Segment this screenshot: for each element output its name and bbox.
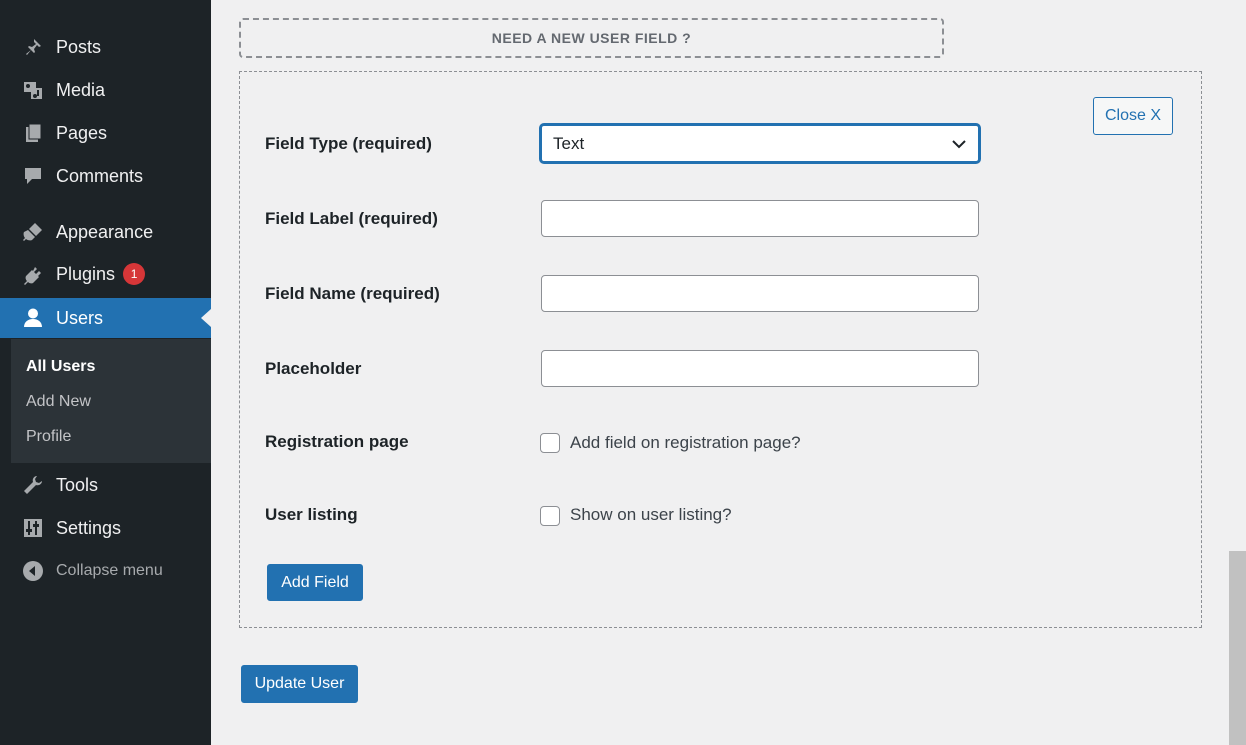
menu-item-tools[interactable]: Tools xyxy=(0,465,211,505)
registration-page-label: Registration page xyxy=(265,432,409,451)
pin-icon xyxy=(22,36,44,58)
menu-label-media: Media xyxy=(56,79,106,100)
registration-checkbox-label[interactable]: Add field on registration page? xyxy=(570,433,801,453)
registration-checkbox[interactable] xyxy=(540,433,560,453)
menu-label-settings: Settings xyxy=(56,517,122,538)
submenu-profile[interactable]: Profile xyxy=(26,428,71,446)
field-type-label: Field Type (required) xyxy=(265,134,432,153)
users-submenu: All Users Add New Profile xyxy=(11,339,211,463)
admin-sidebar: Posts Media Pages Comments Appearance Pl… xyxy=(0,0,211,745)
add-field-button[interactable]: Add Field xyxy=(267,564,363,601)
comments-icon xyxy=(22,165,44,187)
menu-item-users[interactable]: Users xyxy=(0,298,211,338)
menu-item-posts[interactable]: Posts xyxy=(0,27,211,67)
submenu-add-new[interactable]: Add New xyxy=(26,393,91,411)
wrench-icon xyxy=(22,474,44,496)
menu-item-comments[interactable]: Comments xyxy=(0,156,211,196)
menu-label-plugins: Plugins xyxy=(56,263,116,284)
user-icon xyxy=(22,307,44,329)
field-type-select[interactable]: Text xyxy=(540,124,980,163)
close-button[interactable]: Close X xyxy=(1093,97,1173,135)
menu-label-comments: Comments xyxy=(56,165,144,186)
plugins-update-badge: 1 xyxy=(123,263,146,286)
user-listing-checkbox-label[interactable]: Show on user listing? xyxy=(570,505,732,525)
field-name-label: Field Name (required) xyxy=(265,284,440,303)
collapse-arrow-icon xyxy=(22,560,44,582)
media-icon xyxy=(22,79,44,101)
menu-item-pages[interactable]: Pages xyxy=(0,113,211,153)
pages-icon xyxy=(22,122,44,144)
user-listing-checkbox[interactable] xyxy=(540,506,560,526)
scrollbar-thumb[interactable] xyxy=(1229,551,1246,745)
menu-label-tools: Tools xyxy=(56,474,99,495)
need-new-user-field-button[interactable]: NEED A NEW USER FIELD ? xyxy=(239,18,944,58)
submenu-all-users[interactable]: All Users xyxy=(26,358,95,376)
menu-item-media[interactable]: Media xyxy=(0,70,211,110)
collapse-menu-button[interactable]: Collapse menu xyxy=(0,551,211,591)
menu-item-plugins[interactable]: Plugins 1 xyxy=(0,255,211,295)
menu-label-plugins-wrap: Plugins 1 xyxy=(56,263,146,286)
menu-label-appearance: Appearance xyxy=(56,221,154,242)
collapse-menu-label: Collapse menu xyxy=(56,562,163,579)
menu-label-users: Users xyxy=(56,307,104,328)
placeholder-input[interactable] xyxy=(541,350,979,387)
field-name-input[interactable] xyxy=(541,275,979,312)
brush-icon xyxy=(22,221,44,243)
plug-icon xyxy=(22,264,44,286)
menu-item-settings[interactable]: Settings xyxy=(0,508,211,548)
field-type-selected-value: Text xyxy=(553,133,585,153)
chevron-down-icon xyxy=(952,140,966,149)
menu-label-pages: Pages xyxy=(56,122,108,143)
field-label-input[interactable] xyxy=(541,200,979,237)
field-label-label: Field Label (required) xyxy=(265,209,438,228)
update-user-button[interactable]: Update User xyxy=(241,665,358,703)
placeholder-label: Placeholder xyxy=(265,359,362,378)
menu-item-appearance[interactable]: Appearance xyxy=(0,212,211,252)
menu-label-posts: Posts xyxy=(56,36,102,57)
settings-icon xyxy=(22,517,44,539)
user-listing-label: User listing xyxy=(265,505,358,524)
